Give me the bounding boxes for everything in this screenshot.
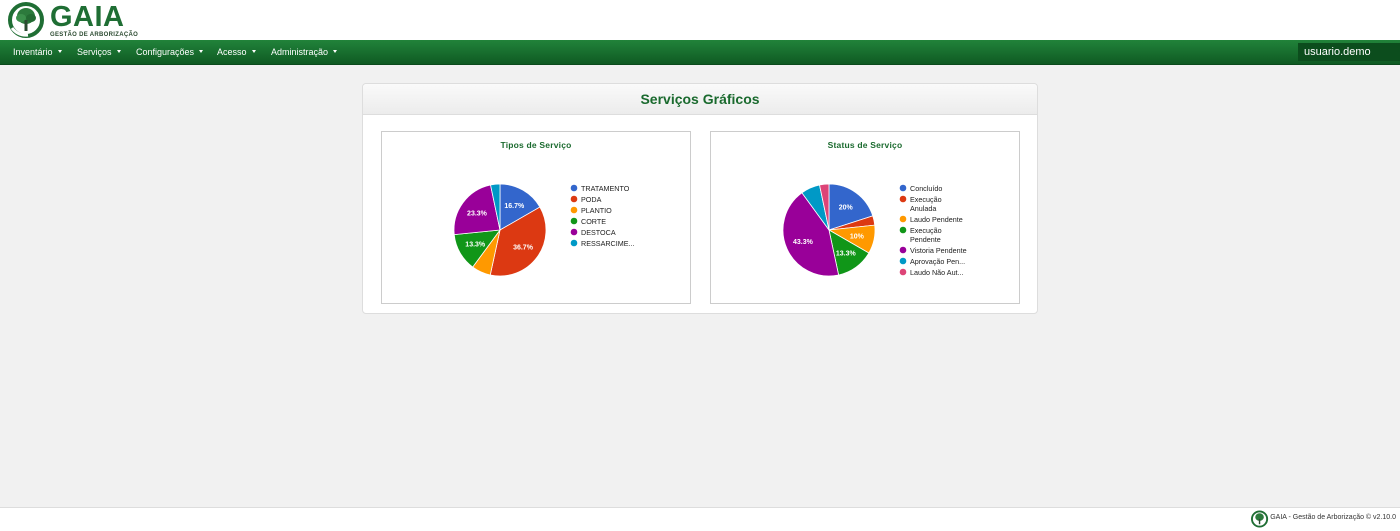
- pie-data-label: 13.3%: [465, 242, 486, 249]
- legend-marker: [570, 217, 578, 225]
- legend-marker: [570, 195, 578, 203]
- tree-logo-icon: [8, 2, 44, 38]
- chart-tipos-de-servico: Tipos de Serviço 16.7% 36.7% 13.3% 23.3% TRA…: [381, 131, 691, 304]
- legend-label: Concluído: [910, 184, 942, 193]
- pie-data-label: 23.3%: [467, 211, 488, 218]
- pie-data-label: 10%: [850, 233, 865, 240]
- legend-marker: [899, 226, 907, 234]
- legend-label: RESSARCIME...: [581, 239, 635, 248]
- pie-data-label: 20%: [839, 204, 854, 211]
- user-menu[interactable]: usuario.demo: [1298, 43, 1400, 61]
- brand-subtitle: GESTÃO DE ARBORIZAÇÃO: [50, 32, 139, 38]
- pie-chart-svg: 20% 10% 13.3% 43.3% Concluído Execução Anulada…: [782, 183, 967, 277]
- legend-marker: [899, 195, 907, 203]
- nav-menu-administracao[interactable]: Administração: [271, 40, 338, 64]
- header: GAIA GESTÃO DE ARBORIZAÇÃO: [0, 0, 1400, 40]
- caret-down-icon: [251, 50, 256, 54]
- legend-marker: [570, 184, 578, 192]
- nav-menu-configuracoes[interactable]: Configurações: [136, 40, 204, 64]
- pie-data-label: 16.7%: [504, 203, 525, 210]
- nav-menu-acesso[interactable]: Acesso: [217, 40, 256, 64]
- legend-label: CORTE: [581, 217, 606, 226]
- legend-label: Aprovação Pen...: [910, 257, 965, 266]
- nav-label: Configurações: [136, 47, 195, 57]
- footer-text: GAIA - Gestão de Arborização © v2.10.0: [1270, 514, 1396, 521]
- pie-data-label: 13.3%: [836, 251, 857, 258]
- nav-menu-inventario[interactable]: Inventário: [13, 40, 62, 64]
- panel-title: Serviços Gráficos: [363, 84, 1037, 115]
- chart-status-de-servico: Status de Serviço 20% 10% 13.3% 43.3% Conclu…: [710, 131, 1020, 304]
- legend-label: DESTOCA: [581, 228, 616, 237]
- legend-marker: [570, 206, 578, 214]
- legend-label: Execução Anulada: [910, 195, 942, 213]
- nav-label: Serviços: [77, 47, 112, 57]
- caret-down-icon: [116, 50, 121, 54]
- charts-panel: Serviços Gráficos Tipos de Serviço 16.7%…: [362, 83, 1038, 314]
- pie-chart-svg: 16.7% 36.7% 13.3% 23.3% TRATAMENTO PODA PLANTI…: [453, 183, 635, 277]
- legend-marker: [899, 215, 907, 223]
- legend-label: Vistoria Pendente: [910, 246, 967, 255]
- gaia-logo[interactable]: GAIA GESTÃO DE ARBORIZAÇÃO: [8, 2, 138, 38]
- pie-data-label: 43.3%: [793, 239, 814, 246]
- nav-label: Acesso: [217, 47, 247, 57]
- caret-down-icon: [57, 50, 62, 54]
- pie-data-label: 36.7%: [513, 244, 534, 251]
- tree-logo-icon: [1251, 510, 1269, 528]
- nav-label: Administração: [271, 47, 329, 57]
- legend-marker: [899, 268, 907, 276]
- caret-down-icon: [333, 50, 338, 54]
- legend-label: Laudo Pendente: [910, 215, 963, 224]
- legend-label: TRATAMENTO: [581, 184, 630, 193]
- caret-down-icon: [199, 50, 204, 54]
- legend-marker: [899, 246, 907, 254]
- legend-label: Execução Pendente: [910, 226, 942, 244]
- brand-name: GAIA: [50, 1, 125, 33]
- nav-menu-servicos[interactable]: Serviços: [77, 40, 121, 64]
- legend-label: Laudo Não Aut...: [910, 268, 964, 277]
- footer: GAIA - Gestão de Arborização © v2.10.0: [0, 507, 1400, 531]
- legend-marker: [899, 257, 907, 265]
- legend-marker: [899, 184, 907, 192]
- legend-label: PLANTIO: [581, 206, 612, 215]
- legend-marker: [570, 228, 578, 236]
- legend-label: PODA: [581, 195, 602, 204]
- legend-marker: [570, 239, 578, 247]
- nav-label: Inventário: [13, 47, 53, 57]
- main-navbar: Inventário Serviços Configurações Acesso…: [0, 40, 1400, 65]
